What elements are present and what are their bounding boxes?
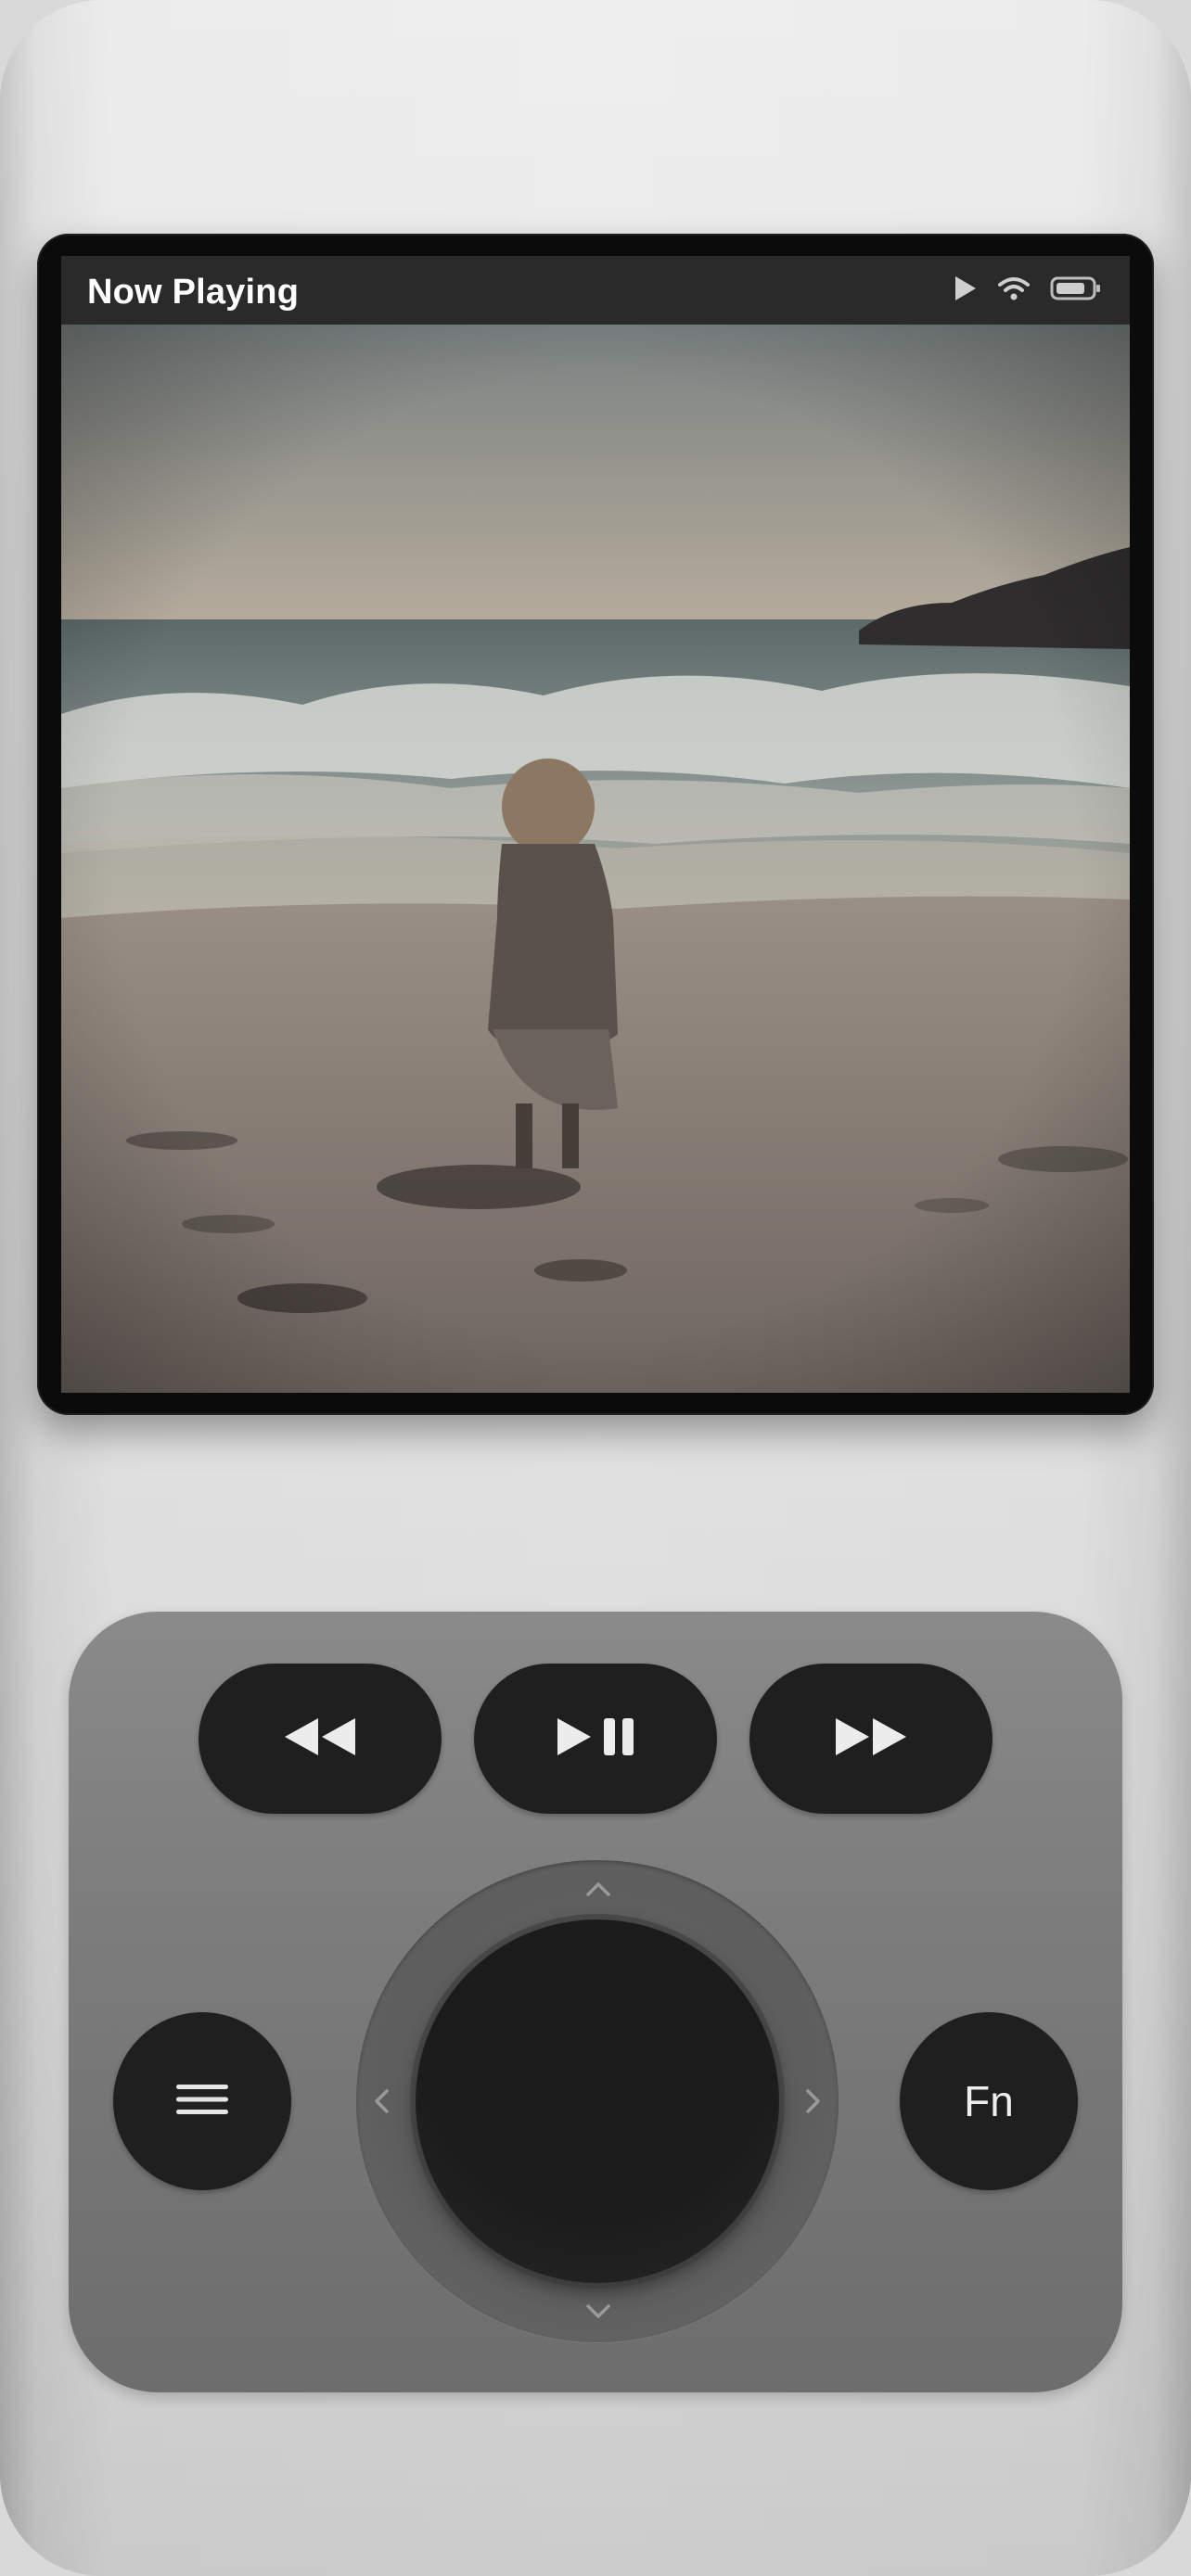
status-bar: Now Playing bbox=[61, 256, 1130, 325]
fast-forward-icon bbox=[834, 1716, 908, 1762]
rewind-icon bbox=[283, 1716, 357, 1762]
dpad-ring[interactable] bbox=[356, 1860, 839, 2342]
chevron-down-icon[interactable] bbox=[585, 2303, 611, 2325]
now-playing-title: Now Playing bbox=[87, 273, 300, 312]
menu-icon bbox=[175, 2084, 229, 2120]
rewind-button[interactable] bbox=[198, 1664, 442, 1814]
battery-icon bbox=[1050, 275, 1102, 306]
device-body: Now Playing Fn bbox=[0, 0, 1191, 2576]
fn-label: Fn bbox=[964, 2077, 1014, 2125]
screen: Now Playing bbox=[61, 256, 1130, 1393]
album-artwork bbox=[61, 325, 1130, 1393]
chevron-left-icon[interactable] bbox=[373, 2088, 390, 2119]
chevron-right-icon[interactable] bbox=[805, 2088, 822, 2119]
wifi-icon bbox=[998, 275, 1030, 306]
chevron-up-icon[interactable] bbox=[585, 1881, 611, 1902]
menu-button[interactable] bbox=[113, 2012, 291, 2190]
fast-forward-button[interactable] bbox=[749, 1664, 992, 1814]
play-pause-icon bbox=[556, 1716, 635, 1762]
status-icons bbox=[954, 274, 1102, 306]
play-pause-button[interactable] bbox=[474, 1664, 717, 1814]
fn-button[interactable]: Fn bbox=[900, 2012, 1078, 2190]
control-deck: Fn bbox=[69, 1612, 1122, 2392]
screen-bezel: Now Playing bbox=[37, 234, 1154, 1415]
play-indicator-icon bbox=[954, 274, 978, 307]
select-button[interactable] bbox=[416, 1919, 779, 2283]
